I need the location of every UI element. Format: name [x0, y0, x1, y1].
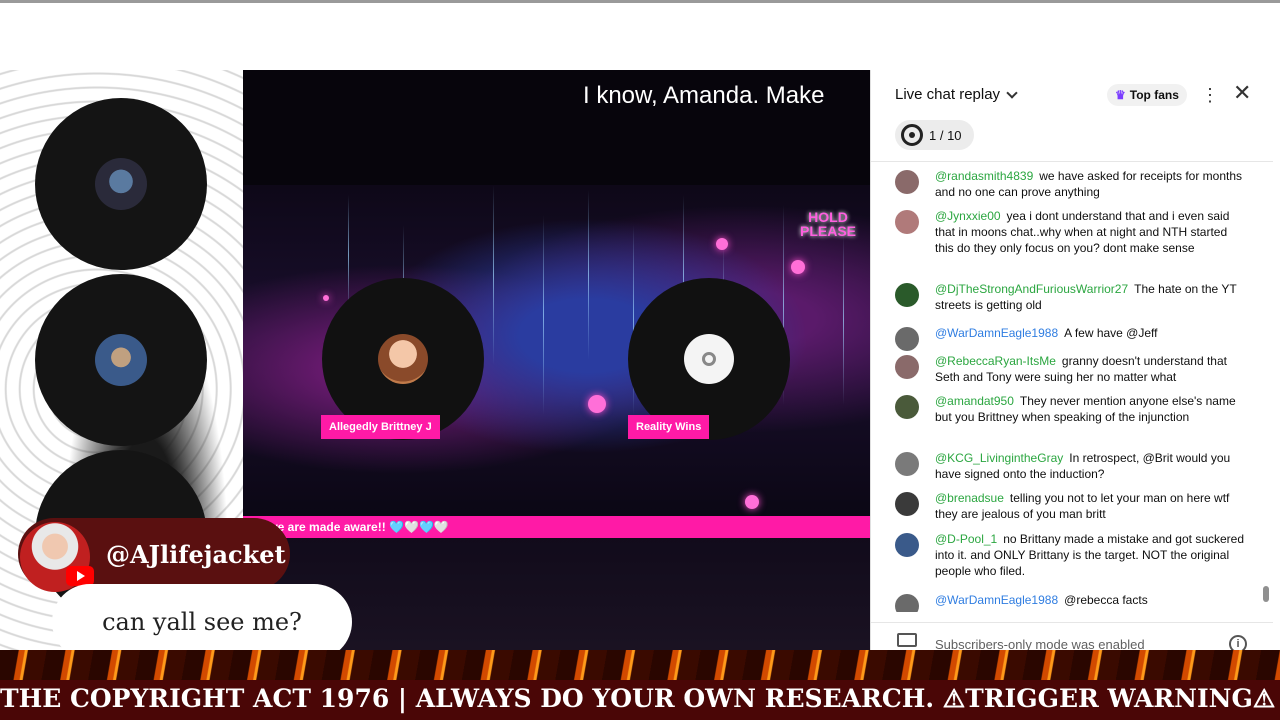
avatar[interactable]: [895, 594, 919, 612]
subscribers-icon: [897, 633, 917, 647]
more-options-icon[interactable]: ⋮: [1201, 84, 1219, 106]
message-author[interactable]: @Jynxxie00: [935, 209, 1001, 223]
chat-message: @D-Pool_1 no Brittany made a mistake and …: [895, 531, 1245, 581]
scroll-thumb[interactable]: [1263, 586, 1269, 602]
guest-name-tag: Reality Wins: [628, 415, 710, 439]
message-text: @rebecca facts: [1064, 593, 1148, 607]
chat-messages: @randasmith4839 we have asked for receipt…: [871, 166, 1273, 612]
crown-icon: ♛: [1115, 88, 1126, 102]
avatar[interactable]: [895, 395, 919, 419]
goal-progress-pill[interactable]: 1 / 10: [895, 120, 974, 150]
guest-name-tag: Allegedly Brittney J: [321, 415, 440, 439]
avatar[interactable]: [895, 283, 919, 307]
chat-message: @WarDamnEagle1988 @rebecca facts: [895, 592, 1245, 612]
chat-message: @randasmith4839 we have asked for receipt…: [895, 168, 1245, 202]
chat-mode-dropdown[interactable]: Live chat replay: [895, 86, 1018, 103]
message-author[interactable]: @DjTheStrongAndFuriousWarrior27: [935, 282, 1128, 296]
message-author[interactable]: @brenadsue: [935, 491, 1004, 505]
participant-circle-2: [35, 274, 207, 446]
chat-message: @WarDamnEagle1988 A few have @Jeff: [895, 325, 1245, 351]
avatar[interactable]: [895, 492, 919, 516]
chat-message: @brenadsue telling you not to let your ma…: [895, 490, 1245, 524]
participant-circle-1: [35, 98, 207, 270]
chat-message: @Jynxxie00 yea i dont understand that and…: [895, 208, 1245, 258]
chat-message: @RebeccaRyan-ItsMe granny doesn't underst…: [895, 353, 1245, 387]
close-icon[interactable]: ✕: [1233, 82, 1251, 104]
goal-count: 1 / 10: [929, 127, 962, 143]
message-author[interactable]: @WarDamnEagle1988: [935, 326, 1058, 340]
avatar[interactable]: [895, 452, 919, 476]
top-fans-button[interactable]: ♛ Top fans: [1107, 84, 1187, 106]
participant-avatar: [95, 334, 147, 386]
message-text: A few have @Jeff: [1064, 326, 1158, 340]
message-author[interactable]: @KCG_LivingintheGray: [935, 451, 1063, 465]
top-band: [0, 3, 1280, 70]
chat-header: Live chat replay ♛ Top fans ⋮ ✕ 1 / 10: [871, 70, 1273, 162]
message-author[interactable]: @amandat950: [935, 394, 1014, 408]
live-chat-panel: Live chat replay ♛ Top fans ⋮ ✕ 1 / 10 @…: [870, 70, 1273, 650]
bottom-ticker: THE COPYRIGHT ACT 1976 | ALWAYS DO YOUR …: [0, 680, 1280, 720]
chat-mode-notice: Subscribers-only mode was enabled: [935, 637, 1145, 650]
message-author[interactable]: @RebeccaRyan-ItsMe: [935, 354, 1056, 368]
ticker-text: THE COPYRIGHT ACT 1976 | ALWAYS DO YOUR …: [0, 684, 1280, 713]
chat-message: @amandat950 They never mention anyone els…: [895, 393, 1245, 443]
chat-footer: Subscribers-only mode was enabled i: [871, 622, 1273, 650]
default-user-icon: [684, 334, 734, 384]
guest-avatar: [378, 334, 428, 384]
message-author[interactable]: @D-Pool_1: [935, 532, 997, 546]
chat-title: Live chat replay: [895, 86, 1001, 103]
chevron-down-icon: [1006, 86, 1018, 99]
message-author[interactable]: @randasmith4839: [935, 169, 1033, 183]
pink-ticker: t we are made aware!! 🩵🤍🩵🤍: [243, 516, 870, 538]
commenter-name: @AJlifejacket: [106, 540, 286, 569]
chat-scrollbar[interactable]: [1263, 166, 1269, 606]
comment-bubble: can yall see me?: [52, 584, 352, 660]
chat-message: @DjTheStrongAndFuriousWarrior27 The hate …: [895, 281, 1245, 315]
avatar[interactable]: [895, 210, 919, 234]
hold-please-graphic: HOLD PLEASE: [799, 209, 856, 239]
info-icon[interactable]: i: [1229, 635, 1247, 650]
live-caption: I know, Amanda. Make: [583, 82, 825, 109]
participant-avatar: [95, 158, 147, 210]
avatar[interactable]: [895, 533, 919, 557]
avatar[interactable]: [895, 355, 919, 379]
target-icon: [901, 124, 923, 146]
fire-border: [0, 650, 1280, 680]
message-author[interactable]: @WarDamnEagle1988: [935, 593, 1058, 607]
avatar[interactable]: [895, 327, 919, 351]
chat-message: @KCG_LivingintheGray In retrospect, @Brit…: [895, 450, 1245, 484]
video-player[interactable]: I know, Amanda. Make HOLD PLEASE Alleged…: [243, 70, 870, 650]
youtube-icon: [66, 566, 94, 586]
avatar[interactable]: [895, 170, 919, 194]
top-fans-label: Top fans: [1129, 88, 1179, 102]
